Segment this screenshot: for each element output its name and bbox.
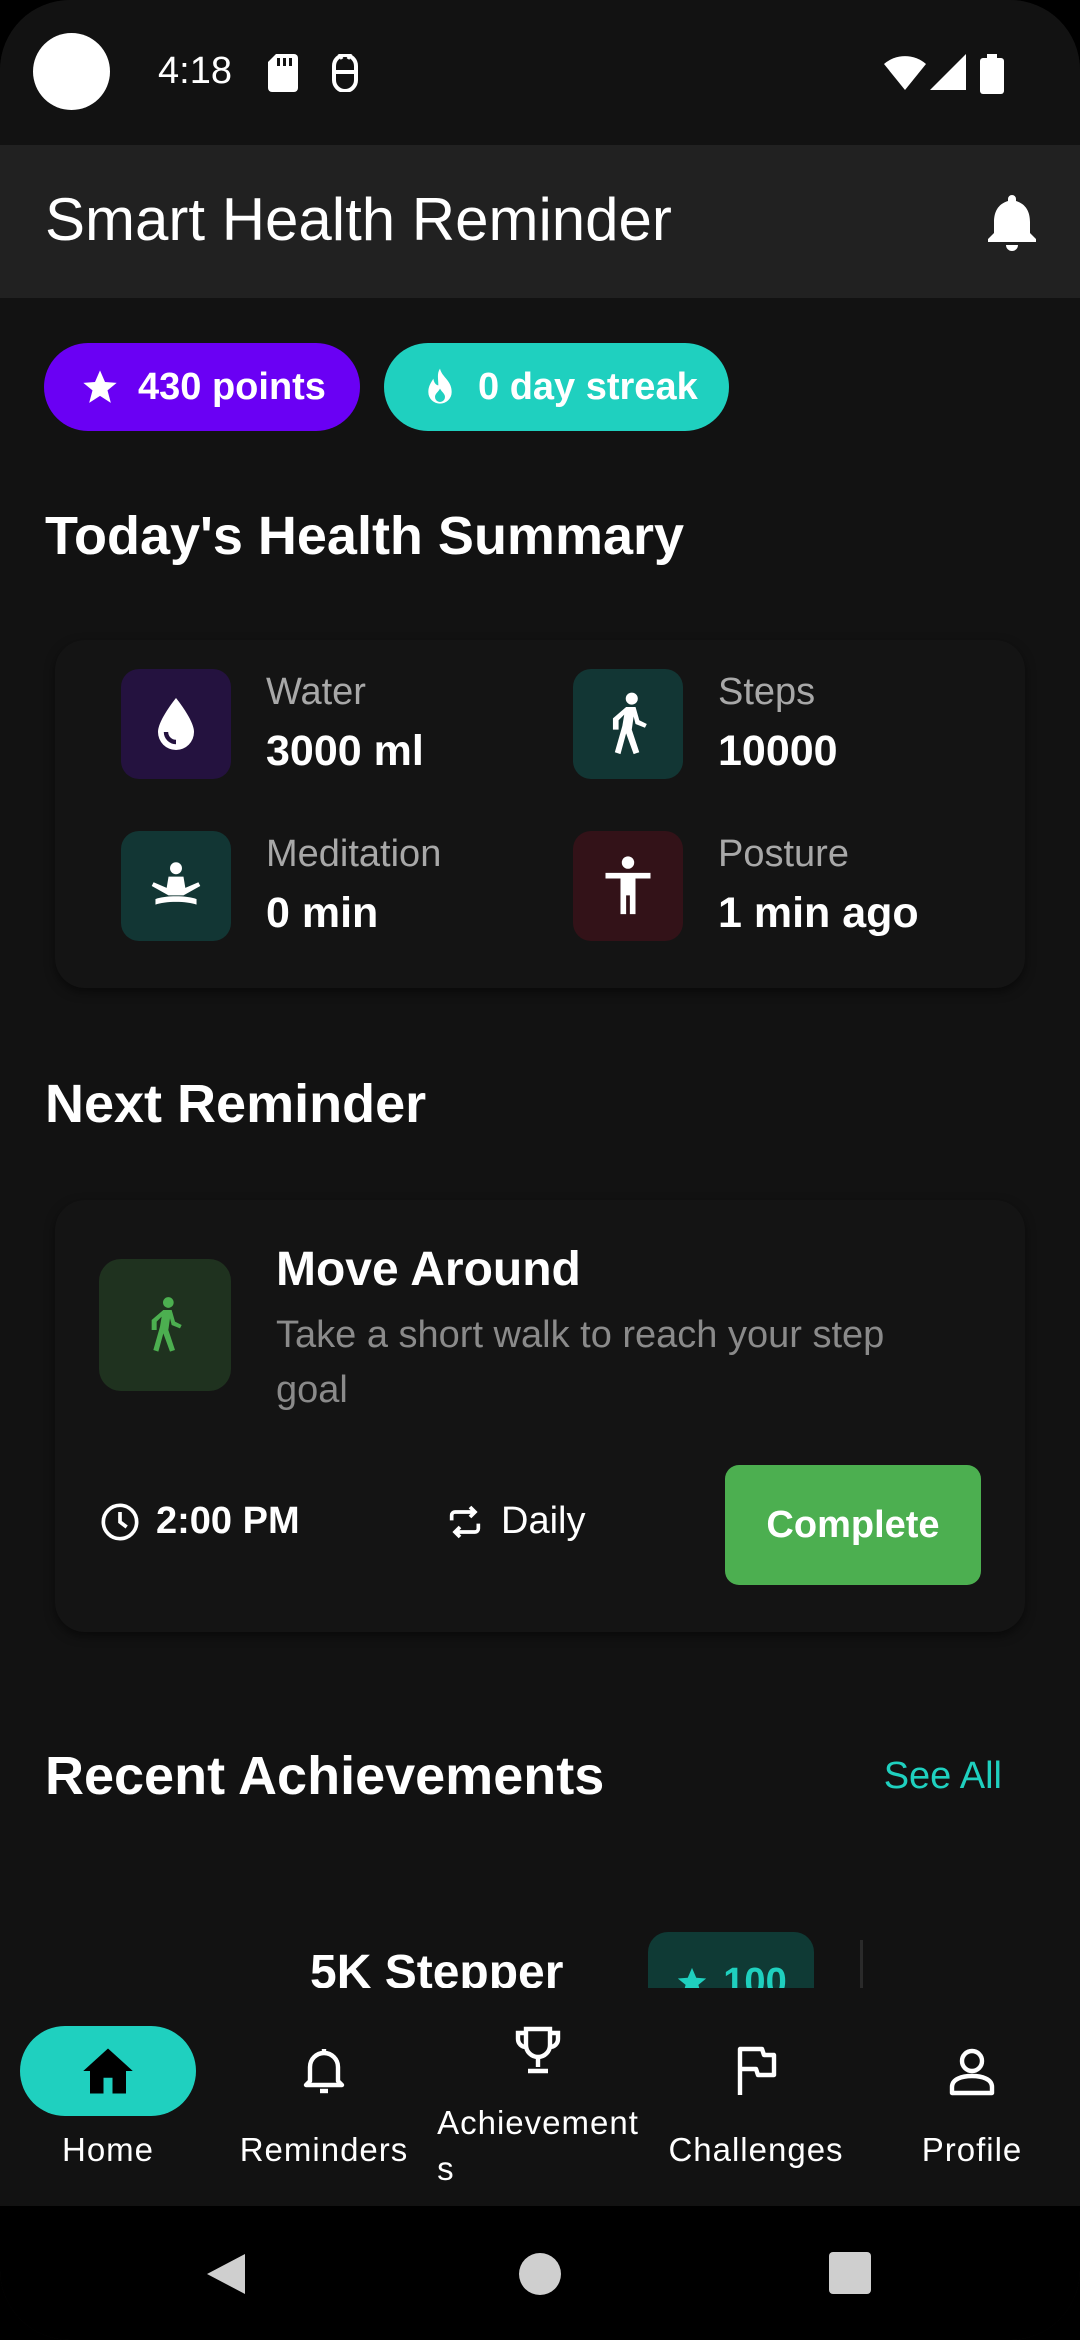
battery-icon bbox=[980, 54, 1004, 94]
nav-reminders[interactable]: Reminders bbox=[236, 1988, 412, 2206]
person-icon bbox=[949, 2048, 995, 2096]
star-icon bbox=[83, 370, 117, 403]
metric-value: 0 min bbox=[266, 889, 379, 937]
achievement-points-badge: 100 bbox=[648, 1932, 814, 1988]
status-time: 4:18 bbox=[158, 50, 232, 92]
signal-icon bbox=[930, 54, 966, 90]
flag-icon bbox=[737, 2046, 777, 2095]
points-chip[interactable]: 430 points bbox=[44, 343, 360, 431]
nav-achievements[interactable]: Achievement s bbox=[428, 1988, 648, 2206]
metric-value: 1 min ago bbox=[718, 889, 919, 937]
posture-icon bbox=[573, 831, 683, 941]
achievement-title: 5K Stepper bbox=[310, 1946, 564, 1988]
streak-chip[interactable]: 0 day streak bbox=[384, 343, 729, 431]
nav-home[interactable]: Home bbox=[20, 1988, 196, 2206]
reminder-description: Take a short walk to reach your step goa… bbox=[276, 1314, 885, 1411]
reminder-time: 2:00 PM bbox=[100, 1500, 300, 1543]
wifi-icon bbox=[884, 56, 926, 90]
divider bbox=[860, 1940, 863, 1988]
bottom-navigation: Home Reminders Achievement s Challenges … bbox=[0, 1988, 1080, 2206]
reminder-repeat: Daily bbox=[445, 1500, 585, 1543]
metric-value: 10000 bbox=[718, 727, 838, 775]
nav-profile[interactable]: Profile bbox=[884, 1988, 1060, 2206]
nav-label: Achievement s bbox=[437, 2104, 639, 2187]
trophy-icon bbox=[515, 2026, 561, 2074]
achievements-title: Recent Achievements bbox=[45, 1746, 605, 1806]
reminder-repeat-label: Daily bbox=[501, 1500, 586, 1542]
metric-label: Meditation bbox=[266, 833, 442, 875]
points-label: 430 points bbox=[138, 365, 326, 408]
star-icon bbox=[678, 1967, 707, 1988]
nav-label: Profile bbox=[921, 2131, 1023, 2168]
status-bar: 4:18 bbox=[0, 0, 1080, 145]
reminder-time-label: 2:00 PM bbox=[156, 1500, 300, 1542]
see-all-link[interactable]: See All bbox=[884, 1755, 1002, 1798]
health-summary-card: Water 3000 ml Steps 10000 Meditation 0 m… bbox=[55, 640, 1025, 988]
sd-card-icon bbox=[268, 54, 298, 92]
achievement-points: 100 bbox=[723, 1960, 787, 1989]
next-reminder-card[interactable]: Move Around Take a short walk to reach y… bbox=[55, 1200, 1025, 1632]
streak-label: 0 day streak bbox=[478, 365, 698, 408]
phone-screen: 4:18 Smart Health Reminder 430 points 0 … bbox=[0, 0, 1080, 2340]
reminder-title: Move Around bbox=[276, 1243, 581, 1296]
home-button-icon[interactable] bbox=[518, 2252, 562, 2296]
android-debug-icon bbox=[332, 54, 358, 92]
bell-icon bbox=[303, 2049, 345, 2094]
nav-label: Reminders bbox=[239, 2131, 409, 2168]
home-icon bbox=[83, 2048, 133, 2094]
metric-label: Steps bbox=[718, 671, 816, 713]
walking-icon bbox=[99, 1259, 231, 1391]
achievements-list: 5K Stepper 100 bbox=[0, 1860, 1080, 1988]
clock-icon bbox=[101, 1503, 139, 1540]
walking-icon bbox=[573, 669, 683, 779]
water-drop-icon bbox=[121, 669, 231, 779]
app-bar: Smart Health Reminder bbox=[0, 145, 1080, 298]
nav-label: Home bbox=[61, 2131, 155, 2168]
summary-title: Today's Health Summary bbox=[45, 506, 685, 566]
metric-value: 3000 ml bbox=[266, 727, 424, 775]
metric-label: Water bbox=[266, 671, 366, 713]
recents-icon[interactable] bbox=[829, 2252, 871, 2294]
nav-challenges[interactable]: Challenges bbox=[668, 1988, 844, 2206]
fire-icon bbox=[428, 368, 452, 404]
system-navigation-bar bbox=[0, 2206, 1080, 2340]
complete-button[interactable]: Complete bbox=[725, 1465, 981, 1585]
metric-label: Posture bbox=[718, 833, 849, 875]
camera-cutout bbox=[33, 33, 110, 110]
app-title: Smart Health Reminder bbox=[45, 186, 672, 253]
back-icon[interactable] bbox=[205, 2252, 247, 2296]
bell-icon[interactable] bbox=[984, 191, 1040, 251]
nav-label: Challenges bbox=[668, 2131, 844, 2168]
next-reminder-title: Next Reminder bbox=[45, 1074, 427, 1134]
repeat-icon bbox=[449, 1505, 481, 1538]
meditation-icon bbox=[121, 831, 231, 941]
